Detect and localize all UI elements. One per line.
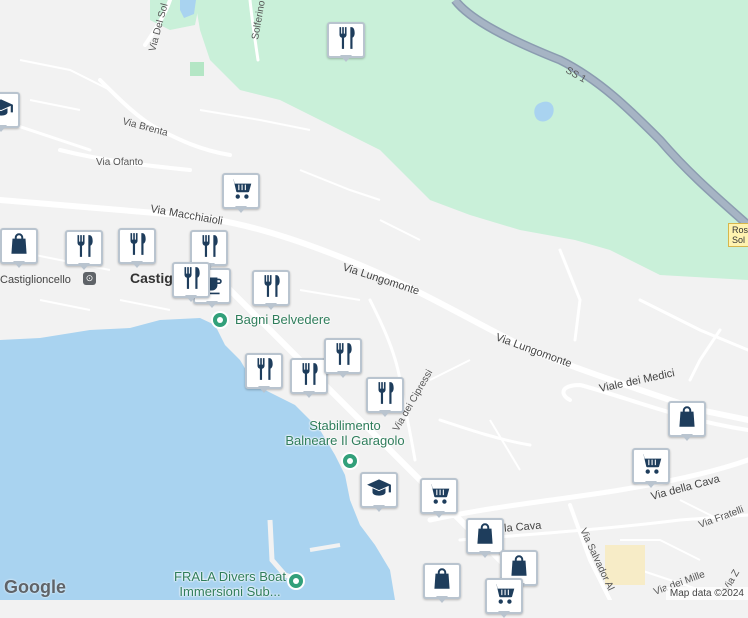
marker-pointer <box>13 261 25 268</box>
map-marker-shopping-bag[interactable] <box>668 401 706 441</box>
map-marker-restaurant[interactable] <box>327 22 365 62</box>
restaurant-icon <box>178 265 204 296</box>
map-marker-shopping-bag[interactable] <box>423 563 461 603</box>
marker-pointer <box>645 481 657 488</box>
map-marker-graduation-cap[interactable] <box>0 92 20 132</box>
shopping-cart-icon <box>426 481 452 512</box>
map-marker-graduation-cap[interactable] <box>360 472 398 512</box>
map-marker-restaurant[interactable] <box>290 358 328 398</box>
stabilimento-pin[interactable] <box>341 452 359 470</box>
map-marker-restaurant[interactable] <box>118 228 156 268</box>
shopping-cart-icon <box>228 176 254 207</box>
bagni-belvedere-pin[interactable] <box>211 311 229 329</box>
marker-pointer <box>340 55 352 62</box>
map-marker-restaurant[interactable] <box>245 353 283 393</box>
restaurant-icon <box>196 233 222 264</box>
marker-pointer <box>265 303 277 310</box>
marker-pointer <box>433 511 445 518</box>
restaurant-icon <box>251 356 277 387</box>
frala-line-2: Immersioni Sub... <box>179 584 281 599</box>
shopping-bag-icon <box>6 231 32 262</box>
label-via-ofanto: Via Ofanto <box>96 157 144 168</box>
google-logo: Google <box>4 577 66 597</box>
park-square <box>190 62 204 76</box>
map-marker-shopping-bag[interactable] <box>466 518 504 558</box>
restaurant-icon <box>296 361 322 392</box>
road-shield-line-1: Rosi <box>732 225 748 235</box>
road-shield: Rosi Sol <box>728 223 748 247</box>
map-attribution[interactable]: Map data ©2024 <box>665 587 748 600</box>
shopping-bag-icon <box>472 521 498 552</box>
map-marker-restaurant[interactable] <box>324 338 362 378</box>
train-station-icon: ⊙ <box>83 272 96 285</box>
marker-pointer <box>131 261 143 268</box>
marker-pointer <box>498 611 510 618</box>
frala-line-1: FRALA Divers Boat <box>174 569 286 584</box>
restaurant-icon <box>258 273 284 304</box>
map-marker-shopping-cart[interactable] <box>420 478 458 518</box>
marker-pointer <box>479 551 491 558</box>
graduation-cap-icon <box>0 95 14 126</box>
map-marker-restaurant[interactable] <box>65 230 103 270</box>
restaurant-icon <box>124 231 150 262</box>
marker-pointer <box>337 371 349 378</box>
marker-pointer <box>185 295 197 302</box>
shopping-bag-icon <box>429 566 455 597</box>
shopping-cart-icon <box>638 451 664 482</box>
map-marker-shopping-bag[interactable] <box>0 228 38 268</box>
map-marker-shopping-cart[interactable] <box>222 173 260 213</box>
restaurant-icon <box>330 341 356 372</box>
restaurant-icon <box>372 380 398 411</box>
shopping-cart-icon <box>491 581 517 612</box>
map-marker-restaurant[interactable] <box>252 270 290 310</box>
restaurant-icon <box>71 233 97 264</box>
frala-label[interactable]: FRALA Divers Boat Immersioni Sub... <box>155 569 305 599</box>
marker-pointer <box>206 301 218 308</box>
marker-pointer <box>681 434 693 441</box>
marker-pointer <box>235 206 247 213</box>
stabilimento-line-2: Balneare Il Garagolo <box>285 433 405 448</box>
map-marker-shopping-cart[interactable] <box>632 448 670 488</box>
road-shield-line-2: Sol <box>732 235 746 245</box>
shopping-bag-icon <box>674 404 700 435</box>
bagni-belvedere-label[interactable]: Bagni Belvedere <box>235 312 330 327</box>
restaurant-icon <box>333 25 359 56</box>
marker-pointer <box>0 125 7 132</box>
graduation-cap-icon <box>366 475 392 506</box>
map-marker-shopping-cart[interactable] <box>485 578 523 618</box>
label-castiglioncello-station: Castiglioncello <box>0 274 71 286</box>
marker-pointer <box>258 386 270 393</box>
marker-pointer <box>373 505 385 512</box>
map-marker-restaurant[interactable] <box>172 262 210 302</box>
frala-pin[interactable] <box>287 572 305 590</box>
stabilimento-line-1: Stabilimento <box>309 418 381 433</box>
map-marker-restaurant[interactable] <box>366 377 404 417</box>
stabilimento-label[interactable]: Stabilimento Balneare Il Garagolo <box>270 418 420 448</box>
label-castiglioncello-town: Castig <box>130 270 173 286</box>
marker-pointer <box>303 391 315 398</box>
marker-pointer <box>78 263 90 270</box>
marker-pointer <box>379 410 391 417</box>
